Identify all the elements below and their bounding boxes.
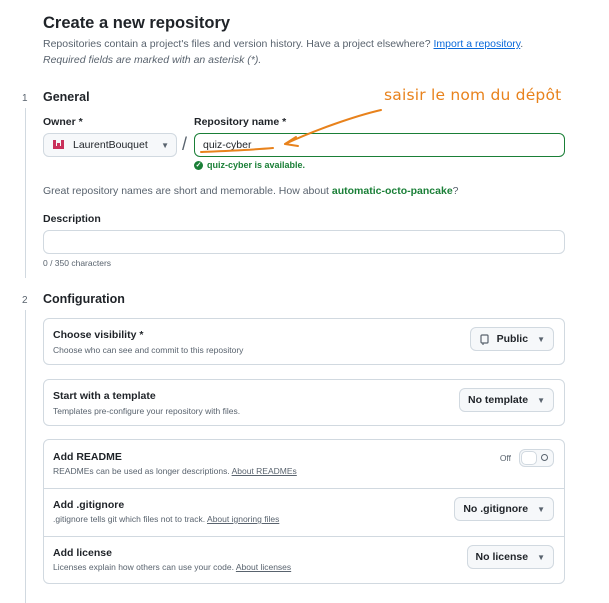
template-title: Start with a template xyxy=(53,390,156,402)
toggle-knob xyxy=(521,451,537,465)
check-circle-icon: ✓ xyxy=(194,160,203,170)
toggle-off-icon xyxy=(541,454,548,461)
suggested-name-link[interactable]: automatic-octo-pancake xyxy=(332,185,453,197)
template-subtitle: Templates pre-configure your repository … xyxy=(53,406,241,416)
timeline-line-general xyxy=(25,108,26,278)
suggestion-prefix: Great repository names are short and mem… xyxy=(43,185,332,197)
annotation-arrow-icon xyxy=(200,109,382,153)
step-number-configuration: 2 xyxy=(22,295,28,306)
divider xyxy=(44,488,564,489)
description-input[interactable] xyxy=(43,230,565,254)
license-value: No license xyxy=(475,551,529,563)
owner-label: Owner * xyxy=(43,116,83,128)
visibility-title: Choose visibility * xyxy=(53,329,144,341)
chevron-down-icon: ▼ xyxy=(161,140,169,150)
import-repository-link[interactable]: Import a repository xyxy=(434,38,521,50)
visibility-dropdown[interactable]: Public ▼ xyxy=(469,327,554,351)
repo-icon xyxy=(479,333,489,345)
suggestion-suffix: ? xyxy=(452,185,459,197)
required-note: Required fields are marked with an aster… xyxy=(43,54,262,66)
step-number-general: 1 xyxy=(22,93,28,104)
license-dropdown[interactable]: No license ▼ xyxy=(466,545,554,569)
visibility-card: Choose visibility * Choose who can see a… xyxy=(43,318,565,365)
license-subtitle-text: Licenses explain how others can use your… xyxy=(53,562,236,572)
chevron-down-icon: ▼ xyxy=(537,334,545,344)
availability-message: ✓ quiz-cyber is available. xyxy=(194,160,305,170)
intro-end: . xyxy=(520,38,524,50)
divider xyxy=(44,536,564,537)
readme-title: Add README xyxy=(53,451,122,463)
initialize-files-card: Add README READMEs can be used as longer… xyxy=(43,439,565,584)
availability-text: quiz-cyber is available. xyxy=(207,160,306,170)
timeline-line-configuration xyxy=(25,310,26,603)
about-readmes-link[interactable]: About READMEs xyxy=(232,466,297,476)
readme-subtitle-text: READMEs can be used as longer descriptio… xyxy=(53,466,232,476)
license-title: Add license xyxy=(53,547,112,559)
gitignore-value: No .gitignore xyxy=(463,503,529,515)
section-title-configuration: Configuration xyxy=(43,292,125,306)
about-licenses-link[interactable]: About licenses xyxy=(236,562,291,572)
intro-label: Repositories contain a project's files a… xyxy=(43,38,434,50)
chevron-down-icon: ▼ xyxy=(537,395,545,405)
gitignore-dropdown[interactable]: No .gitignore ▼ xyxy=(454,497,554,521)
page-title: Create a new repository xyxy=(43,14,231,32)
owner-select[interactable]: LaurentBouquet ▼ xyxy=(43,133,177,157)
annotation-text: saisir le nom du dépôt xyxy=(384,86,562,104)
chevron-down-icon: ▼ xyxy=(537,504,545,514)
readme-toggle[interactable] xyxy=(519,449,554,467)
visibility-value: Public xyxy=(496,333,529,345)
chevron-down-icon: ▼ xyxy=(537,552,545,562)
description-label: Description xyxy=(43,213,101,225)
gitignore-subtitle: .gitignore tells git which files not to … xyxy=(53,514,279,524)
template-value: No template xyxy=(467,394,529,406)
name-suggestion: Great repository names are short and mem… xyxy=(43,185,459,197)
gitignore-title: Add .gitignore xyxy=(53,499,125,511)
readme-subtitle: READMEs can be used as longer descriptio… xyxy=(53,466,297,476)
owner-name: LaurentBouquet xyxy=(73,139,148,151)
readme-toggle-label: Off xyxy=(499,453,511,463)
gitignore-subtitle-text: .gitignore tells git which files not to … xyxy=(53,514,208,524)
intro-text: Repositories contain a project's files a… xyxy=(43,38,523,50)
template-card: Start with a template Templates pre-conf… xyxy=(43,379,565,426)
visibility-subtitle: Choose who can see and commit to this re… xyxy=(53,345,244,355)
template-dropdown[interactable]: No template ▼ xyxy=(458,388,554,412)
license-subtitle: Licenses explain how others can use your… xyxy=(53,562,291,572)
owner-repo-separator: / xyxy=(182,134,188,154)
character-count: 0 / 350 characters xyxy=(43,258,112,268)
section-title-general: General xyxy=(43,90,90,104)
about-ignoring-files-link[interactable]: About ignoring files xyxy=(207,514,279,524)
owner-avatar-icon xyxy=(51,138,66,153)
